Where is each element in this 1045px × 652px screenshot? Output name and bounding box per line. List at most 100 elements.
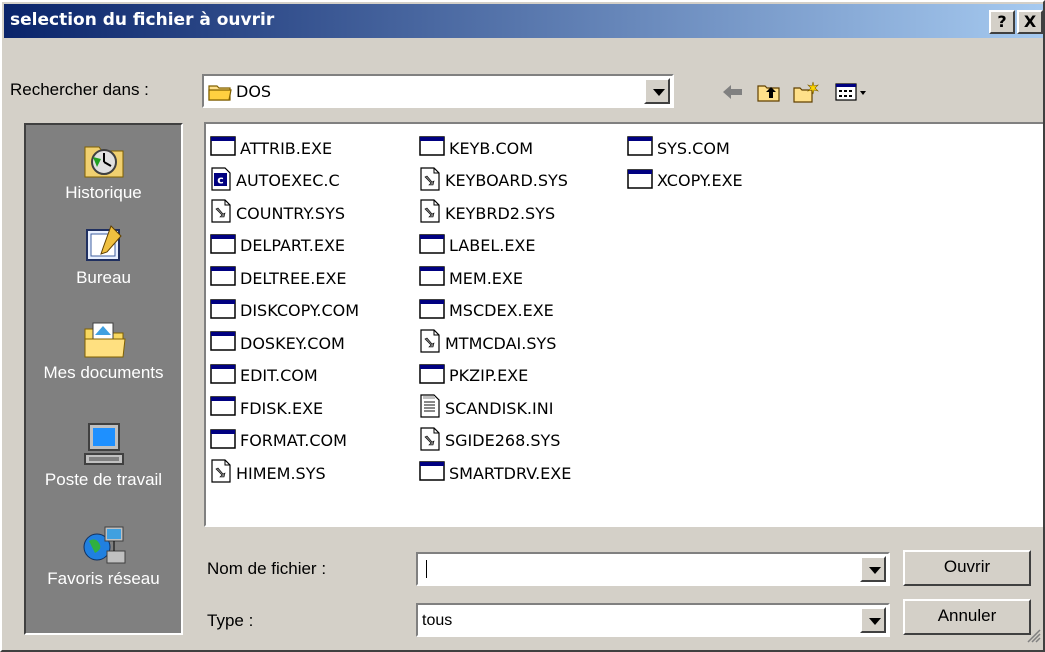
lookin-combo[interactable]: DOS <box>202 74 674 108</box>
file-item[interactable]: KEYBOARD.SYS <box>419 165 571 198</box>
places-bar: Historique Bureau Mes documents Poste de… <box>24 123 183 635</box>
application-icon <box>627 168 653 194</box>
place-favoris-reseau[interactable]: Favoris réseau <box>26 523 181 589</box>
file-name: FORMAT.COM <box>240 431 347 451</box>
file-name: ATTRIB.EXE <box>240 138 333 158</box>
file-item[interactable]: FDISK.EXE <box>210 392 359 425</box>
file-item[interactable]: MTMCDAI.SYS <box>419 327 571 360</box>
application-icon <box>210 233 236 259</box>
application-icon <box>210 330 236 356</box>
file-name: PKZIP.EXE <box>449 366 529 386</box>
new-folder-icon[interactable] <box>792 80 820 109</box>
file-item[interactable]: HIMEM.SYS <box>210 457 359 490</box>
file-item[interactable]: DELPART.EXE <box>210 230 359 263</box>
filetype-select[interactable]: tous <box>416 603 890 637</box>
file-name: KEYB.COM <box>449 138 534 158</box>
file-item[interactable]: ATTRIB.EXE <box>210 132 359 165</box>
system-file-icon <box>419 329 441 357</box>
file-name: SGIDE268.SYS <box>445 431 561 451</box>
file-item[interactable]: SGIDE268.SYS <box>419 425 571 458</box>
filename-label: Nom de fichier : <box>207 559 327 578</box>
file-item[interactable]: PKZIP.EXE <box>419 360 571 393</box>
open-button[interactable]: Ouvrir <box>903 550 1031 586</box>
place-label: Bureau <box>76 268 131 287</box>
filetype-label: Type : <box>207 611 254 630</box>
place-bureau[interactable]: Bureau <box>26 222 181 288</box>
place-label: Mes documents <box>43 363 164 382</box>
place-historique[interactable]: Historique <box>26 137 181 203</box>
file-item[interactable]: SMARTDRV.EXE <box>419 457 571 490</box>
file-item[interactable]: COUNTRY.SYS <box>210 197 359 230</box>
file-column: SYS.COM XCOPY.EXE <box>627 132 743 197</box>
text-caret <box>426 560 427 578</box>
lookin-label: Rechercher dans : <box>10 80 149 99</box>
file-item[interactable]: c AUTOEXEC.C <box>210 165 359 198</box>
file-name: MSCDEX.EXE <box>449 301 554 321</box>
open-file-dialog: selection du fichier à ouvrir ? X Recher… <box>0 0 1045 652</box>
file-item[interactable]: SYS.COM <box>627 132 743 165</box>
application-icon <box>210 135 236 161</box>
file-item[interactable]: DELTREE.EXE <box>210 262 359 295</box>
application-icon <box>419 265 445 291</box>
file-item[interactable]: KEYBRD2.SYS <box>419 197 571 230</box>
file-item[interactable]: KEYB.COM <box>419 132 571 165</box>
place-poste-de-travail[interactable]: Poste de travail <box>26 420 181 490</box>
file-name: KEYBOARD.SYS <box>445 171 568 191</box>
file-name: KEYBRD2.SYS <box>445 203 556 223</box>
system-file-icon <box>210 199 232 227</box>
file-item[interactable]: MEM.EXE <box>419 262 571 295</box>
file-name: EDIT.COM <box>240 366 318 386</box>
up-folder-icon[interactable] <box>756 80 782 109</box>
lookin-value: DOS <box>236 82 272 101</box>
application-icon <box>210 265 236 291</box>
file-name: DOSKEY.COM <box>240 333 345 353</box>
application-icon <box>210 298 236 324</box>
back-arrow-icon[interactable] <box>720 80 746 109</box>
close-button[interactable]: X <box>1017 10 1043 34</box>
my-computer-icon <box>26 420 181 468</box>
file-item[interactable]: LABEL.EXE <box>419 230 571 263</box>
filename-input-box[interactable] <box>416 552 890 586</box>
file-item[interactable]: DOSKEY.COM <box>210 327 359 360</box>
config-file-icon <box>419 394 441 422</box>
filename-dropdown-button[interactable] <box>860 556 886 582</box>
svg-text:c: c <box>217 173 224 186</box>
application-icon <box>627 135 653 161</box>
file-item[interactable]: MSCDEX.EXE <box>419 295 571 328</box>
file-item[interactable]: XCOPY.EXE <box>627 165 743 198</box>
file-name: DISKCOPY.COM <box>240 301 360 321</box>
file-name: DELPART.EXE <box>240 236 346 256</box>
c-source-icon: c <box>210 167 232 195</box>
file-list[interactable]: ATTRIB.EXE c AUTOEXEC.C COUNTRY.SYS DELPART.… <box>204 122 1043 527</box>
place-mes-documents[interactable]: Mes documents <box>26 317 181 383</box>
system-file-icon <box>210 459 232 487</box>
file-column: KEYB.COM KEYBOARD.SYS KEYBRD2.SYS LABEL.EXE… <box>419 132 571 490</box>
resize-grip-icon[interactable] <box>1027 629 1041 648</box>
file-item[interactable]: SCANDISK.INI <box>419 392 571 425</box>
help-button[interactable]: ? <box>989 10 1015 34</box>
system-file-icon <box>419 199 441 227</box>
file-name: AUTOEXEC.C <box>236 171 340 191</box>
file-item[interactable]: DISKCOPY.COM <box>210 295 359 328</box>
filename-input[interactable] <box>420 556 858 582</box>
desktop-icon <box>26 222 181 266</box>
file-name: DELTREE.EXE <box>240 268 347 288</box>
application-icon <box>210 395 236 421</box>
cancel-button[interactable]: Annuler <box>903 599 1031 635</box>
application-icon <box>210 363 236 389</box>
application-icon <box>419 298 445 324</box>
window-title: selection du fichier à ouvrir <box>10 10 275 30</box>
file-item[interactable]: EDIT.COM <box>210 360 359 393</box>
filetype-dropdown-button[interactable] <box>860 607 886 633</box>
application-icon <box>419 363 445 389</box>
file-item[interactable]: FORMAT.COM <box>210 425 359 458</box>
application-icon <box>210 428 236 454</box>
place-label: Poste de travail <box>44 470 163 489</box>
my-documents-icon <box>26 317 181 361</box>
file-name: XCOPY.EXE <box>657 171 743 191</box>
place-label: Historique <box>65 183 142 202</box>
system-file-icon <box>419 167 441 195</box>
lookin-dropdown-button[interactable] <box>644 78 670 104</box>
title-bar[interactable]: selection du fichier à ouvrir ? X <box>4 4 1043 38</box>
view-menu-icon[interactable] <box>834 80 870 109</box>
